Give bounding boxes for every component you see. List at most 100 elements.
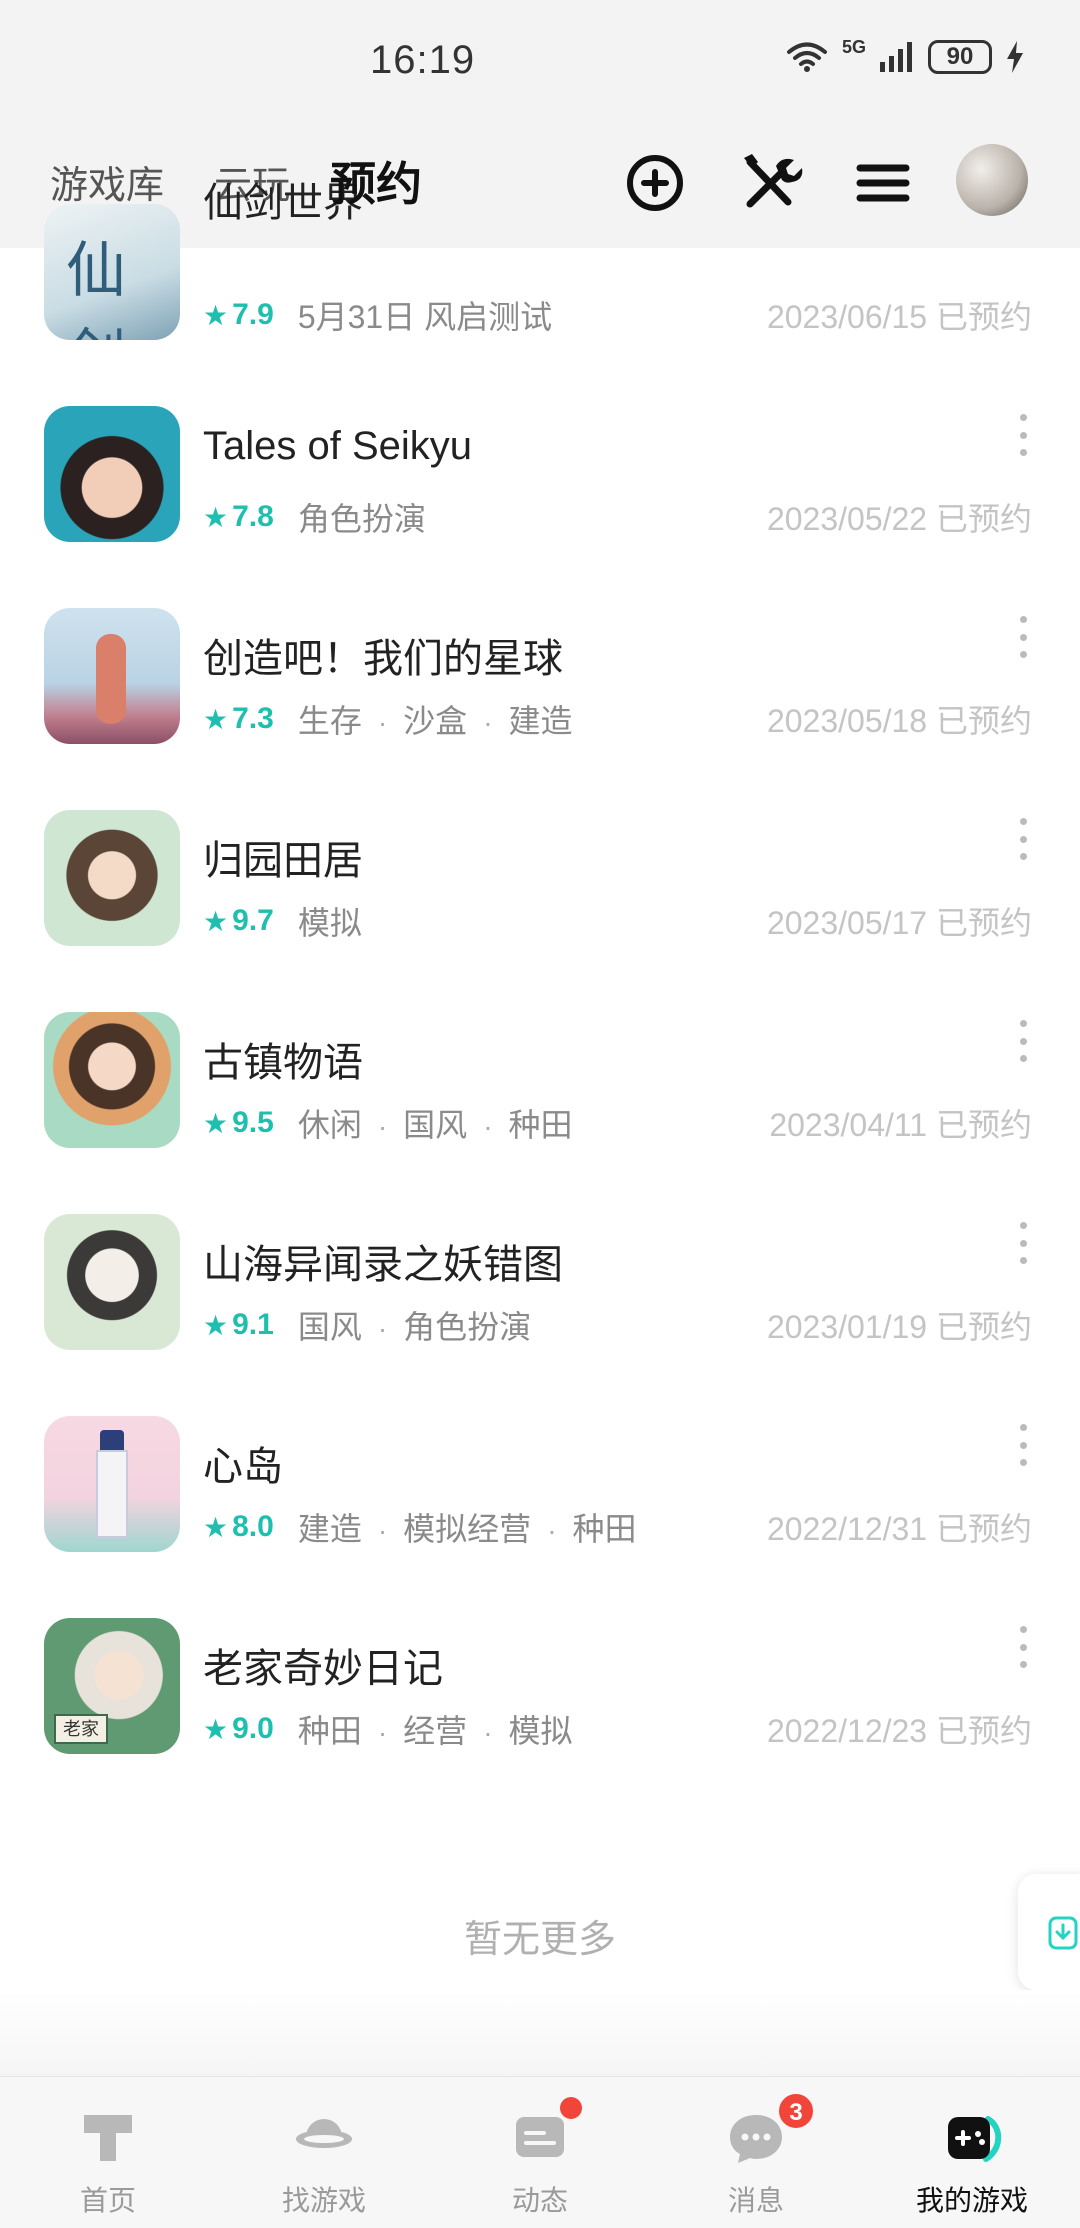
- planet-icon: [296, 2119, 352, 2148]
- game-icon-guiyuan-tianju[interactable]: [44, 810, 180, 946]
- game-rating: ★ 9.1: [203, 1308, 274, 1341]
- game-meta: ★ 7.9 5月31日 风启测试: [203, 292, 552, 338]
- game-meta: ★ 9.0 种田 · 经营 · 模拟: [203, 1706, 573, 1752]
- game-rating: ★ 8.0: [203, 1510, 274, 1543]
- status-bar: 16:19 5G 90: [0, 0, 1080, 130]
- game-row[interactable]: 心岛 ★ 8.0 建造 · 模拟经营 · 种田 2022/12/31 已预约: [0, 1416, 1080, 1576]
- game-rating: ★ 9.0: [203, 1712, 274, 1745]
- wifi-icon: [786, 42, 827, 72]
- download-icon: [1048, 1916, 1078, 1950]
- game-row[interactable]: 老家 老家奇妙日记 ★ 9.0 种田 · 经营 · 模拟 2022/12/23 已预约: [0, 1618, 1080, 1778]
- star-icon: ★: [203, 501, 229, 533]
- game-meta: ★ 7.8 角色扮演: [203, 494, 426, 540]
- nav-my-games[interactable]: 我的游戏: [864, 2077, 1080, 2228]
- game-meta: ★ 9.1 国风 · 角色扮演: [203, 1302, 531, 1348]
- reservation-date: 2023/04/11 已预约: [769, 1107, 1032, 1143]
- home-icon: [84, 2115, 132, 2161]
- star-icon: ★: [203, 1713, 229, 1745]
- more-options-icon[interactable]: [1016, 1222, 1030, 1264]
- game-meta: ★ 9.7 模拟: [203, 898, 362, 944]
- game-name: 古镇物语: [203, 1041, 363, 1085]
- game-icon-guzhen-wuyu[interactable]: [44, 1012, 180, 1148]
- message-badge: 3: [776, 2091, 816, 2131]
- nav-home[interactable]: 首页: [0, 2077, 216, 2228]
- tab-reservation-label: 预约: [330, 158, 422, 210]
- star-icon: ★: [203, 1511, 229, 1543]
- game-rating: ★ 9.5: [203, 1106, 274, 1139]
- status-icons: 5G 90: [786, 36, 1024, 74]
- game-name: 心岛: [203, 1445, 283, 1489]
- game-row[interactable]: 仙剑 仙剑世界 ★7.9 5月31日 风启测试 2023/06/15 已预约: [0, 181, 1080, 364]
- reservation-date: 2022/12/31 已预约: [766, 1511, 1032, 1547]
- game-rating: ★ 7.3: [203, 702, 274, 735]
- game-tags: 角色扮演: [297, 501, 426, 537]
- more-options-icon[interactable]: [1016, 414, 1030, 456]
- star-icon: ★: [203, 905, 229, 937]
- bottom-navigation: 首页 找游戏 动态 3 消息 我的游戏: [0, 2076, 1080, 2228]
- reservation-date: 2023/01/19 已预约: [766, 1309, 1032, 1345]
- game-name: 老家奇妙日记: [203, 1647, 443, 1691]
- lighthouse-tower: [96, 1450, 128, 1538]
- game-icon-text: 老家: [54, 1714, 108, 1744]
- game-meta: ★ 9.5 休闲 · 国风 · 种田: [203, 1100, 573, 1146]
- more-options-icon[interactable]: [1016, 1020, 1030, 1062]
- more-options-icon[interactable]: [1016, 1626, 1030, 1668]
- star-icon: ★: [203, 1107, 229, 1139]
- game-row[interactable]: 古镇物语 ★ 9.5 休闲 · 国风 · 种田 2023/04/11 已预约: [0, 1012, 1080, 1172]
- character-figure: [96, 634, 126, 724]
- nav-label: 我的游戏: [915, 2185, 1028, 2216]
- reservation-date: 2023/05/18 已预约: [766, 703, 1032, 739]
- tab-reservation[interactable]: 预约: [330, 148, 422, 214]
- network-label: 5G: [841, 36, 866, 57]
- battery-indicator: 90: [928, 40, 992, 74]
- reservation-date: 2023/05/22 已预约: [766, 501, 1032, 537]
- game-tags: 模拟: [297, 905, 362, 941]
- game-row[interactable]: 创造吧！我们的星球 ★ 7.3 生存 · 沙盒 · 建造 2023/05/18 已预约: [0, 608, 1080, 768]
- nav-feed[interactable]: 动态: [432, 2077, 648, 2228]
- game-icon-tales-of-seikyu[interactable]: [44, 406, 180, 542]
- game-name: 山海异闻录之妖错图: [203, 1243, 563, 1287]
- tab-game-library[interactable]: 游戏库: [50, 154, 164, 209]
- star-icon: ★: [203, 1309, 229, 1341]
- list-bottom-fade: [0, 1990, 1080, 2076]
- nav-label: 找游戏: [281, 2185, 366, 2216]
- reservation-date: 2022/12/23 已预约: [766, 1713, 1032, 1749]
- game-name: 创造吧！我们的星球: [203, 637, 563, 681]
- game-tags: 休闲 · 国风 · 种田: [297, 1107, 573, 1143]
- game-icon-xindao[interactable]: [44, 1416, 180, 1552]
- lighthouse-top: [100, 1430, 124, 1450]
- game-name: Tales of Seikyu: [203, 424, 473, 468]
- more-options-icon[interactable]: [1016, 1424, 1030, 1466]
- game-tags: 种田 · 经营 · 模拟: [297, 1713, 573, 1749]
- no-more-label: 暂无更多: [463, 1919, 616, 1961]
- reservation-date: 2023/05/17 已预约: [766, 905, 1032, 941]
- floating-download-button[interactable]: [1018, 1874, 1080, 1990]
- nav-label: 首页: [79, 2185, 136, 2216]
- nav-label: 消息: [727, 2185, 784, 2216]
- nav-find-games[interactable]: 找游戏: [216, 2077, 432, 2228]
- game-name: 归园田居: [203, 839, 363, 883]
- game-tags: 生存 · 沙盒 · 建造: [297, 703, 573, 739]
- game-rating: ★ 9.7: [203, 904, 274, 937]
- game-tags: 5月31日 风启测试: [297, 299, 553, 335]
- game-row[interactable]: Tales of Seikyu ★ 7.8 角色扮演 2023/05/22 已预约: [0, 406, 1080, 566]
- game-meta: ★ 7.3 生存 · 沙盒 · 建造: [203, 696, 573, 742]
- game-icon-create-planet[interactable]: [44, 608, 180, 744]
- more-options-icon[interactable]: [1016, 818, 1030, 860]
- star-icon: ★: [203, 703, 229, 735]
- game-meta: ★ 8.0 建造 · 模拟经营 · 种田: [203, 1504, 637, 1550]
- gamepad-icon: [948, 2116, 1002, 2162]
- charging-icon: [1007, 41, 1023, 73]
- notification-dot: [560, 2097, 582, 2119]
- more-options-icon[interactable]: [1016, 616, 1030, 658]
- game-icon-text: 仙剑: [66, 236, 126, 340]
- game-icon-xianjian[interactable]: 仙剑: [44, 204, 180, 340]
- nav-label: 动态: [511, 2185, 568, 2216]
- game-icon-shanhai-yiwenlu[interactable]: [44, 1214, 180, 1350]
- star-icon: ★: [203, 299, 229, 331]
- game-row[interactable]: 山海异闻录之妖错图 ★ 9.1 国风 · 角色扮演 2023/01/19 已预约: [0, 1214, 1080, 1374]
- game-row[interactable]: 归园田居 ★ 9.7 模拟 2023/05/17 已预约: [0, 810, 1080, 970]
- game-tags: 国风 · 角色扮演: [297, 1309, 532, 1345]
- nav-messages[interactable]: 3 消息: [648, 2077, 864, 2228]
- game-icon-laojia-riji[interactable]: 老家: [44, 1618, 180, 1754]
